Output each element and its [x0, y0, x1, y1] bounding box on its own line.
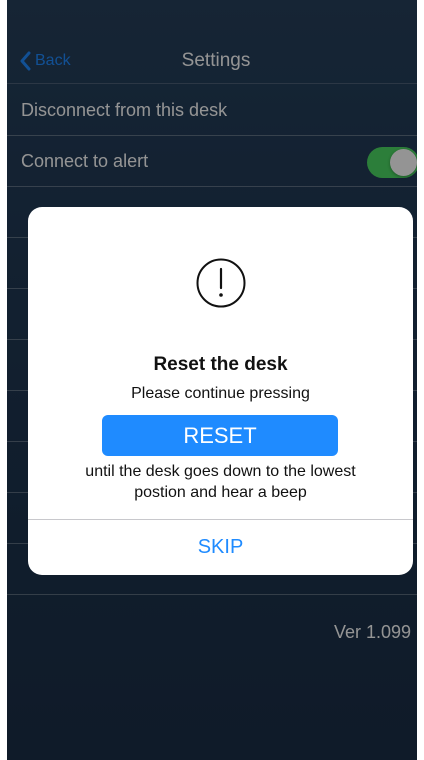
settings-screen: Back Settings Disconnect from this desk … — [7, 0, 417, 760]
exclamation-circle-icon — [195, 257, 247, 309]
skip-button[interactable]: SKIP — [28, 520, 413, 575]
dialog-message: Please continue pressing — [131, 385, 310, 402]
reset-button[interactable]: RESET — [102, 415, 338, 456]
dialog-title: Reset the desk — [153, 354, 288, 375]
reset-desk-dialog: Reset the desk Please continue pressing … — [28, 207, 413, 575]
dialog-instructions: until the desk goes down to the lowest p… — [85, 463, 356, 501]
